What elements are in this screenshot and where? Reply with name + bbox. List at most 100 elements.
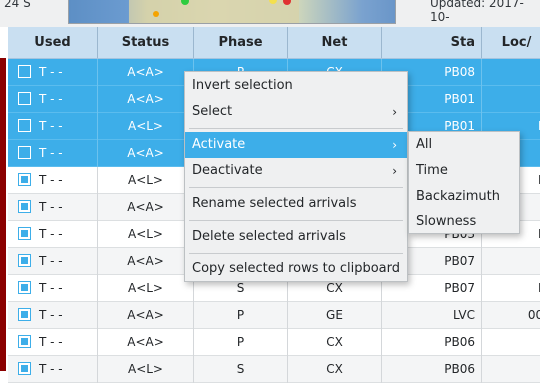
submenu-item-backazimuth[interactable]: Backazimuth: [409, 184, 519, 210]
used-checkbox[interactable]: [18, 146, 31, 159]
used-flags: T - -: [39, 65, 63, 79]
used-checkbox[interactable]: [18, 227, 31, 240]
cell-used: T - -: [8, 275, 98, 302]
used-flags: T - -: [39, 254, 63, 268]
used-flags: T - -: [39, 200, 63, 214]
cell-status: A<A>: [98, 59, 194, 86]
menu-item-label: Deactivate: [192, 163, 263, 178]
menu-item-delete[interactable]: Delete selected arrivals: [185, 224, 407, 250]
menu-item-label: Delete selected arrivals: [192, 229, 346, 244]
submenu-item-time[interactable]: Time: [409, 158, 519, 184]
used-flags: T - -: [39, 173, 63, 187]
chevron-right-icon: ›: [392, 164, 397, 178]
used-checkbox[interactable]: [18, 254, 31, 267]
cell-used: T - -: [8, 86, 98, 113]
station-marker: [153, 11, 159, 17]
cell-used: T - -: [8, 221, 98, 248]
cell-net: CX: [288, 356, 382, 383]
cell-net: CX: [288, 329, 382, 356]
context-menu: Invert selection Select › Activate › Deact…: [184, 71, 408, 282]
used-flags: T - -: [39, 335, 63, 349]
cell-status: A<A>: [98, 140, 194, 167]
cell-status: A<L>: [98, 113, 194, 140]
menu-item-label: Copy selected rows to clipboard: [192, 261, 401, 276]
used-checkbox[interactable]: [18, 281, 31, 294]
column-header-status[interactable]: Status: [98, 27, 194, 58]
used-checkbox[interactable]: [18, 200, 31, 213]
table-header: Used Status Phase Net Sta Loc/: [8, 27, 540, 59]
used-checkbox[interactable]: [18, 308, 31, 321]
used-checkbox[interactable]: [18, 173, 31, 186]
cell-sta: PB06: [382, 329, 482, 356]
cell-status: A<L>: [98, 221, 194, 248]
menu-item-copy-rows[interactable]: Copy selected rows to clipboard: [185, 256, 407, 282]
menu-item-deactivate[interactable]: Deactivate ›: [185, 158, 407, 184]
used-flags: T - -: [39, 146, 63, 160]
cell-loc: [482, 356, 540, 383]
cell-net: GE: [288, 302, 382, 329]
cell-sta: PB06: [382, 356, 482, 383]
cell-loc: [482, 86, 540, 113]
menu-item-invert-selection[interactable]: Invert selection: [185, 73, 407, 99]
table-row[interactable]: T - - A<L> S CX PB06: [8, 356, 540, 383]
cell-status: A<A>: [98, 302, 194, 329]
activate-submenu: All Time Backazimuth Slowness: [408, 131, 520, 234]
cell-used: T - -: [8, 167, 98, 194]
column-header-used[interactable]: Used: [8, 27, 98, 58]
cell-loc: [482, 59, 540, 86]
cell-status: A<A>: [98, 86, 194, 113]
cell-loc: 00.: [482, 302, 540, 329]
cell-used: T - -: [8, 194, 98, 221]
used-checkbox[interactable]: [18, 65, 31, 78]
used-checkbox[interactable]: [18, 362, 31, 375]
menu-separator: [189, 220, 403, 221]
column-header-loc[interactable]: Loc/: [482, 27, 540, 58]
cell-loc: [482, 329, 540, 356]
cell-loc: H: [482, 275, 540, 302]
menu-separator: [189, 128, 403, 129]
cell-phase: P: [194, 329, 288, 356]
map-strip: 24 S Updated: 2017-10-: [0, 0, 540, 27]
used-checkbox[interactable]: [18, 119, 31, 132]
cell-phase: S: [194, 356, 288, 383]
cell-used: T - -: [8, 113, 98, 140]
submenu-item-all[interactable]: All: [409, 132, 519, 158]
menu-item-label: Activate: [192, 137, 246, 152]
menu-separator: [189, 253, 403, 254]
cell-loc: [482, 248, 540, 275]
menu-item-activate[interactable]: Activate ›: [185, 132, 407, 158]
cell-status: A<A>: [98, 248, 194, 275]
menu-item-rename[interactable]: Rename selected arrivals: [185, 191, 407, 217]
menu-separator: [189, 187, 403, 188]
column-header-phase[interactable]: Phase: [194, 27, 288, 58]
used-flags: T - -: [39, 281, 63, 295]
menu-item-label: Rename selected arrivals: [192, 196, 357, 211]
cell-sta: LVC: [382, 302, 482, 329]
cell-status: A<L>: [98, 275, 194, 302]
menu-item-label: Invert selection: [192, 78, 293, 93]
cell-status: A<A>: [98, 329, 194, 356]
cell-status: A<L>: [98, 167, 194, 194]
cell-used: T - -: [8, 59, 98, 86]
submenu-item-slowness[interactable]: Slowness: [409, 209, 519, 235]
used-checkbox[interactable]: [18, 92, 31, 105]
chevron-right-icon: ›: [392, 105, 397, 119]
column-header-sta[interactable]: Sta: [382, 27, 482, 58]
used-checkbox[interactable]: [18, 335, 31, 348]
cell-phase: P: [194, 302, 288, 329]
map-view[interactable]: [68, 0, 396, 24]
menu-item-select[interactable]: Select ›: [185, 99, 407, 125]
used-flags: T - -: [39, 308, 63, 322]
cell-used: T - -: [8, 302, 98, 329]
table-row[interactable]: T - - A<A> P CX PB06: [8, 329, 540, 356]
map-latitude-label: 24 S: [4, 0, 31, 10]
used-flags: T - -: [39, 227, 63, 241]
chevron-right-icon: ›: [392, 138, 397, 152]
origin-marker-bar: [0, 58, 6, 371]
updated-label: Updated: 2017-10-: [430, 0, 524, 24]
column-header-net[interactable]: Net: [288, 27, 382, 58]
used-flags: T - -: [39, 362, 63, 376]
table-row[interactable]: T - - A<A>PGELVC00.: [8, 302, 540, 329]
cell-used: T - -: [8, 248, 98, 275]
used-flags: T - -: [39, 119, 63, 133]
